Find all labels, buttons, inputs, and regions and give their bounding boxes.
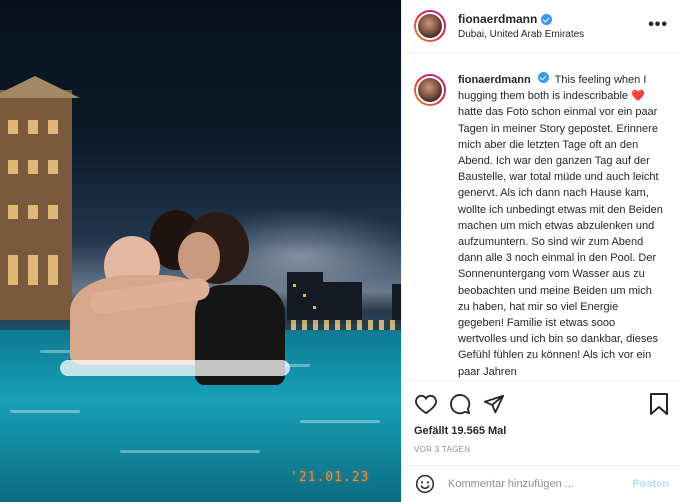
post-timestamp[interactable]: VOR 3 TAGEN [414, 445, 671, 454]
post-photo[interactable]: '21.01.23 [0, 0, 401, 502]
distant-tower [287, 272, 323, 324]
emoji-icon[interactable] [414, 473, 436, 495]
caption-text-continued: hatte das Foto schon einmal vor ein paar… [458, 106, 663, 378]
heart-icon[interactable] [414, 392, 438, 416]
distant-tower [392, 284, 401, 324]
likes-count[interactable]: Gefällt 19.565 Mal [414, 425, 671, 437]
caption-username-link[interactable]: fionaerdmann [458, 74, 531, 86]
post-comment-button[interactable]: Posten [632, 478, 669, 490]
comment-input[interactable] [448, 478, 633, 490]
comments-section[interactable]: fionaerdmann This feeling when I hugging… [402, 54, 680, 380]
add-comment-bar: Posten [402, 465, 680, 502]
verified-badge-icon [541, 13, 553, 25]
more-options-icon[interactable]: ••• [648, 17, 668, 33]
distant-tower [322, 282, 362, 324]
bookmark-icon[interactable] [647, 392, 671, 416]
heart-emoji: ❤️ [631, 90, 645, 103]
caption: fionaerdmann This feeling when I hugging… [414, 72, 669, 380]
comment-icon[interactable] [448, 392, 472, 416]
hotel-building [0, 90, 72, 320]
username-link[interactable]: fionaerdmann [458, 12, 537, 26]
photo-date-stamp: '21.01.23 [290, 470, 370, 485]
post-actions: Gefällt 19.565 Mal VOR 3 TAGEN [402, 380, 680, 465]
poolside-lights [280, 320, 401, 330]
avatar[interactable] [414, 10, 446, 42]
verified-badge-icon [537, 72, 549, 83]
post-header: fionaerdmann Dubai, United Arab Emirates… [402, 0, 680, 53]
post-details-panel: fionaerdmann Dubai, United Arab Emirates… [401, 0, 680, 502]
avatar[interactable] [414, 74, 446, 106]
location-link[interactable]: Dubai, United Arab Emirates [458, 29, 584, 40]
share-icon[interactable] [482, 392, 506, 416]
